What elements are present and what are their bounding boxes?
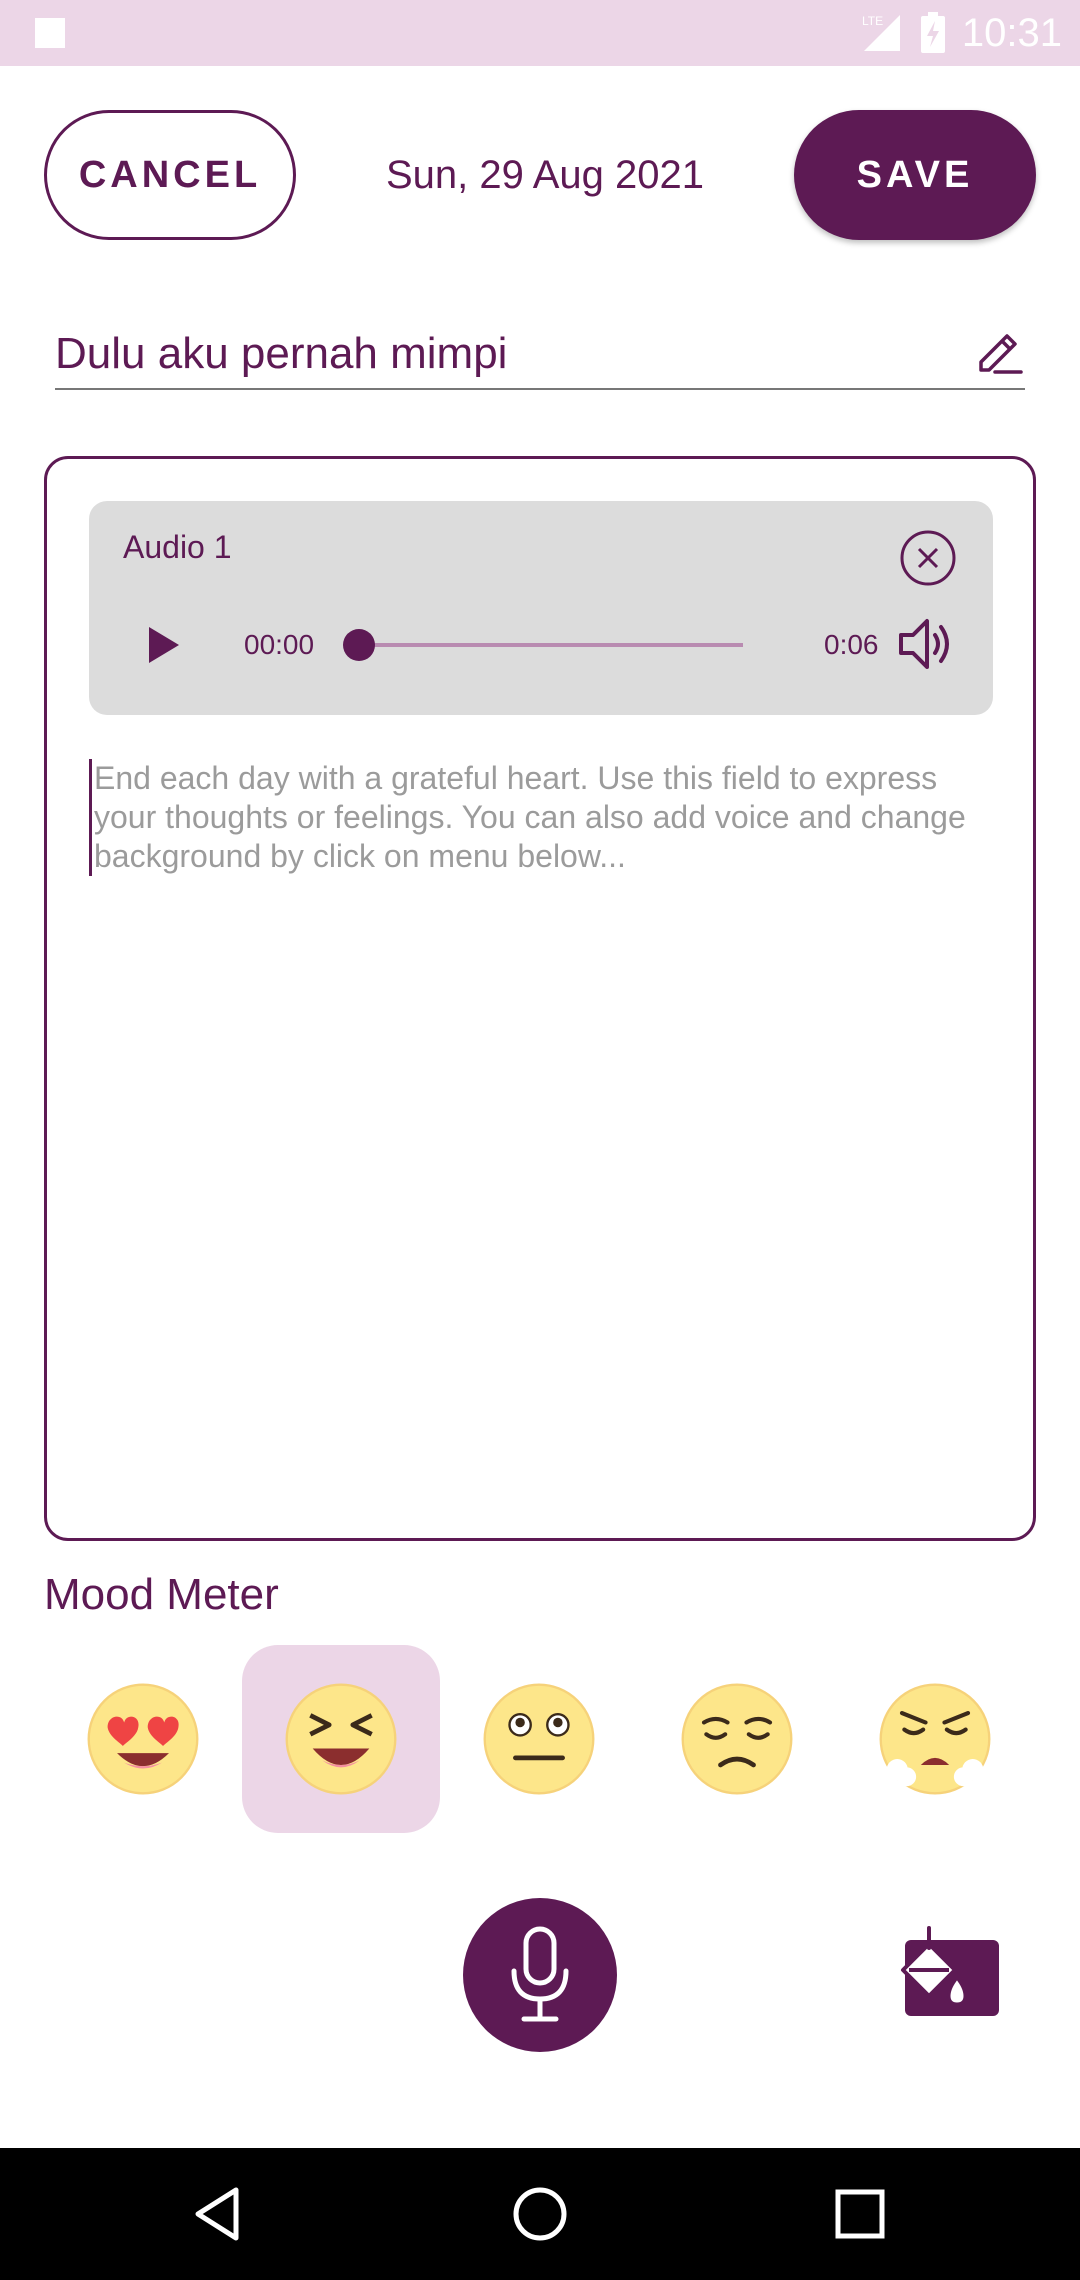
angry-steaming-face-icon: [879, 1683, 991, 1795]
journal-entry-card: Audio 1 00:00 0:06 End each day with a g…: [44, 456, 1036, 1541]
title-input[interactable]: Dulu aku pernah mimpi: [55, 329, 507, 379]
mood-option-sad[interactable]: [638, 1645, 836, 1833]
mood-meter: [44, 1645, 1036, 1835]
title-field[interactable]: Dulu aku pernah mimpi: [55, 320, 1025, 390]
recents-icon[interactable]: [824, 2178, 896, 2250]
grinning-squinting-face-icon: [285, 1683, 397, 1795]
svg-text:LTE: LTE: [862, 14, 883, 28]
battery-icon: [920, 12, 945, 53]
audio-seek-thumb[interactable]: [343, 629, 375, 661]
mood-option-love[interactable]: [44, 1645, 242, 1833]
audio-player: Audio 1 00:00 0:06: [89, 501, 993, 715]
pensive-face-icon: [681, 1683, 793, 1795]
clock: 10:31: [961, 10, 1062, 55]
neutral-face-icon: [483, 1683, 595, 1795]
audio-total-time: 0:06: [824, 629, 879, 660]
microphone-icon: [511, 1926, 569, 2022]
mood-option-neutral[interactable]: [440, 1645, 638, 1833]
heart-eyes-face-icon: [87, 1683, 199, 1795]
audio-title: Audio 1: [123, 529, 232, 565]
status-bar: LTE 10:31: [0, 0, 1080, 66]
audio-current-time: 00:00: [244, 629, 315, 660]
record-voice-button[interactable]: [463, 1898, 617, 2052]
mood-option-laughing[interactable]: [242, 1645, 440, 1833]
back-icon[interactable]: [184, 2178, 256, 2250]
mood-meter-label: Mood Meter: [44, 1570, 279, 1619]
system-navigation-bar: [0, 2148, 1080, 2280]
status-icons: LTE 10:31: [860, 8, 1062, 58]
audio-seek-track[interactable]: [351, 643, 743, 647]
close-icon[interactable]: [899, 529, 957, 587]
home-icon[interactable]: [504, 2178, 576, 2250]
entry-date[interactable]: Sun, 29 Aug 2021: [300, 110, 790, 240]
notification-icon: [35, 18, 65, 48]
play-icon[interactable]: [139, 621, 187, 669]
volume-icon[interactable]: [897, 615, 959, 673]
save-button[interactable]: SAVE: [794, 110, 1036, 240]
cancel-button[interactable]: CANCEL: [44, 110, 296, 240]
mood-option-angry[interactable]: [836, 1645, 1034, 1833]
paint-bucket-icon[interactable]: [895, 1922, 1005, 2032]
pencil-icon[interactable]: [973, 326, 1025, 378]
signal-icon: LTE: [862, 14, 900, 51]
entry-text-field[interactable]: End each day with a grateful heart. Use …: [89, 759, 999, 876]
